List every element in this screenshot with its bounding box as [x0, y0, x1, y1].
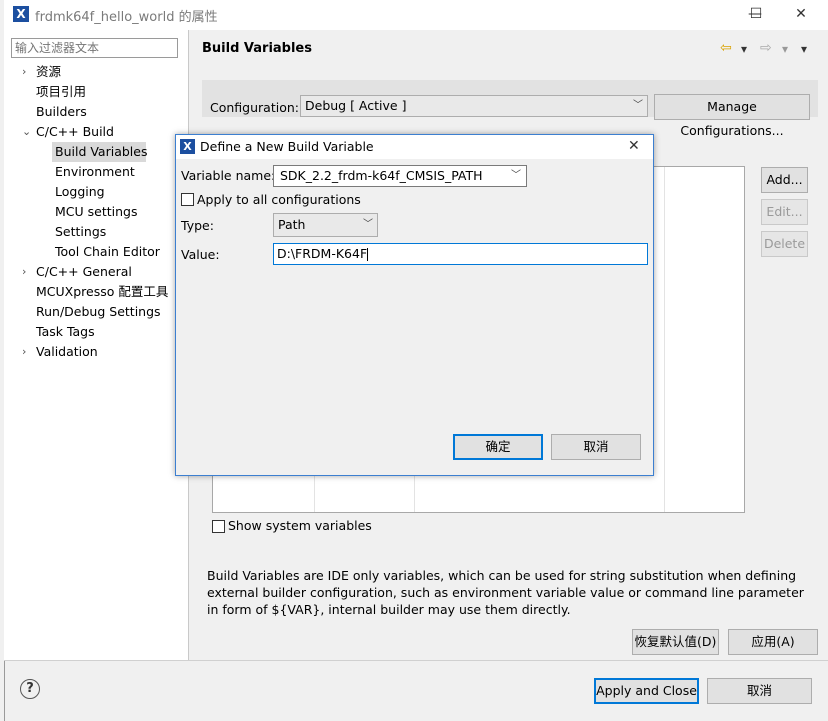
tree-item-label: Builders — [36, 104, 87, 119]
tree-item-label: 资源 — [36, 64, 62, 79]
dialog-ok-button[interactable]: 确定 — [453, 434, 543, 460]
close-window-icon[interactable]: ✕ — [790, 4, 812, 24]
apply-button[interactable]: 应用(A) — [728, 629, 818, 655]
variable-name-label: Variable name: — [181, 168, 276, 183]
type-value: Path — [278, 217, 306, 232]
value-label: Value: — [181, 247, 220, 262]
back-arrow-icon[interactable]: ⇦ — [720, 40, 732, 58]
tree-item-environment[interactable]: Environment — [52, 162, 188, 182]
app-icon: X — [180, 139, 195, 154]
tree-item-settings[interactable]: Settings — [52, 222, 188, 242]
configuration-label: Configuration: — [210, 100, 299, 115]
tree-item-mcu-settings[interactable]: MCU settings — [52, 202, 188, 222]
value-input[interactable]: D:\FRDM-K64F — [273, 243, 648, 265]
dialog-close-icon[interactable]: ✕ — [628, 138, 640, 154]
cancel-button[interactable]: 取消 — [707, 678, 812, 704]
tree-item-label: MCUXpresso 配置工具 — [36, 284, 169, 299]
tree-item-build-variables[interactable]: Build Variables — [52, 142, 148, 162]
tree-item-logging[interactable]: Logging — [52, 182, 188, 202]
tree-item-label: Task Tags — [36, 324, 95, 339]
chevron-down-icon: ﹀ — [363, 219, 373, 230]
variable-name-combo[interactable]: SDK_2.2_frdm-k64f_CMSIS_PATH ﹀ — [273, 165, 527, 187]
page-title: Build Variables — [202, 41, 312, 56]
dialog-cancel-button[interactable]: 取消 — [551, 434, 641, 460]
tree-item-label: Tool Chain Editor — [55, 244, 160, 259]
column-divider — [664, 167, 665, 512]
app-icon: X — [13, 6, 29, 22]
chevron-down-icon: ﹀ — [633, 100, 643, 111]
delete-button[interactable]: Delete — [761, 231, 808, 257]
chevron-right-icon[interactable]: › — [22, 262, 34, 282]
value-text: D:\FRDM-K64F — [277, 246, 368, 261]
tree-item-label: Environment — [55, 164, 135, 179]
show-system-variables-checkbox[interactable] — [212, 520, 225, 533]
tree-item-label: Logging — [55, 184, 105, 199]
configuration-select[interactable]: Debug [ Active ] ﹀ — [300, 95, 648, 117]
tree-item-label: Build Variables — [55, 144, 148, 159]
tree-item-cpp-general[interactable]: › C/C++ General — [4, 262, 188, 282]
forward-arrow-icon[interactable]: ⇨ — [760, 40, 772, 58]
type-label: Type: — [181, 218, 214, 233]
tree-item-resource[interactable]: › 资源 — [4, 62, 188, 82]
forward-menu-chevron-down-icon[interactable]: ▾ — [782, 42, 788, 60]
back-menu-chevron-down-icon[interactable]: ▾ — [741, 42, 747, 60]
footer-divider — [4, 660, 828, 661]
dialog-title: Define a New Build Variable — [200, 139, 374, 154]
filter-input[interactable] — [11, 38, 178, 58]
tree-item-project-references[interactable]: 项目引用 — [4, 82, 188, 102]
view-menu-chevron-down-icon[interactable]: ▾ — [801, 42, 807, 60]
maximize-icon[interactable]: ☐ — [745, 4, 767, 24]
tree-item-run-debug-settings[interactable]: Run/Debug Settings — [4, 302, 188, 322]
text-caret — [367, 248, 369, 261]
tree-item-tool-chain-editor[interactable]: Tool Chain Editor — [52, 242, 188, 262]
apply-all-configurations-checkbox[interactable] — [181, 193, 194, 206]
tree-item-task-tags[interactable]: Task Tags — [4, 322, 188, 342]
chevron-down-icon[interactable]: ﹀ — [511, 166, 521, 186]
description-text: Build Variables are IDE only variables, … — [207, 568, 804, 617]
tree-item-builders[interactable]: Builders — [4, 102, 188, 122]
tree-item-cpp-build[interactable]: ⌄ C/C++ Build — [4, 122, 188, 142]
manage-configurations-button[interactable]: Manage Configurations... — [654, 94, 810, 138]
tree-item-label: C/C++ Build — [36, 124, 114, 139]
chevron-down-icon[interactable]: ⌄ — [22, 122, 34, 142]
tree-item-label: Settings — [55, 224, 107, 239]
variable-name-value: SDK_2.2_frdm-k64f_CMSIS_PATH — [280, 168, 483, 183]
show-system-variables-label: Show system variables — [228, 518, 372, 533]
tree-item-label: 项目引用 — [36, 84, 87, 99]
type-select[interactable]: Path ﹀ — [273, 213, 378, 237]
apply-and-close-button[interactable]: Apply and Close — [594, 678, 699, 704]
tree-item-label: Run/Debug Settings — [36, 304, 161, 319]
chevron-right-icon[interactable]: › — [22, 62, 34, 82]
tree-item-label: C/C++ General — [36, 264, 132, 279]
edit-button[interactable]: Edit... — [761, 199, 808, 225]
tree-item-label: Validation — [36, 344, 98, 359]
restore-defaults-button[interactable]: 恢复默认值(D) — [632, 629, 719, 655]
tree-item-mcuxpresso-config-tools[interactable]: MCUXpresso 配置工具 — [4, 282, 188, 302]
apply-all-configurations-label: Apply to all configurations — [197, 192, 361, 207]
chevron-right-icon[interactable]: › — [22, 342, 34, 362]
add-button[interactable]: Add... — [761, 167, 808, 193]
tree-item-label: MCU settings — [55, 204, 138, 219]
configuration-value: Debug [ Active ] — [305, 98, 407, 113]
window-title: frdmk64f_hello_world 的属性 — [35, 10, 218, 25]
tree-item-validation[interactable]: › Validation — [4, 342, 188, 362]
help-icon[interactable]: ? — [20, 679, 40, 699]
